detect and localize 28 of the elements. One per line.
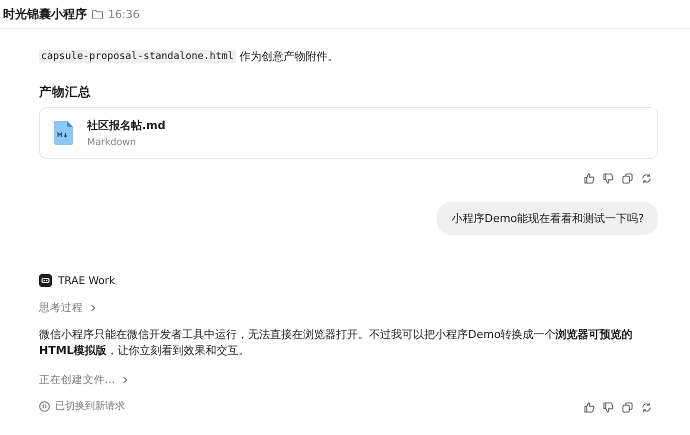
answer-text: 微信小程序只能在微信开发者工具中运行，无法直接在浏览器打开。不过我可以把小程序Demo转换成一个浏览器可预览的HTML模拟版，让你立刻看到效果和交互。 — [39, 327, 634, 359]
assistant-name: TRAE Work — [58, 274, 116, 286]
chevron-right-icon — [122, 376, 128, 384]
chevron-right-icon — [90, 304, 96, 312]
user-message: 小程序Demo能现在看看和测试一下吗? — [437, 202, 658, 235]
intro-text: 作为创意产物附件。 — [240, 49, 339, 64]
thumbs-down-icon[interactable] — [603, 402, 614, 413]
file-card[interactable]: 社区报名帖.md Markdown — [39, 107, 658, 159]
markdown-file-icon — [54, 121, 73, 145]
copy-icon[interactable] — [622, 402, 633, 413]
file-name: 社区报名帖.md — [87, 118, 166, 133]
copy-icon[interactable] — [622, 173, 633, 184]
timestamp: 16:36 — [108, 8, 140, 20]
progress-toggle[interactable]: 正在创建文件... — [39, 373, 128, 387]
file-type: Markdown — [87, 137, 138, 148]
thumbs-down-icon[interactable] — [603, 173, 614, 184]
thinking-toggle[interactable]: 思考过程 — [39, 301, 96, 315]
window-title: 时光锦囊小程序 — [3, 6, 87, 22]
file-name-code: capsule-proposal-standalone.html — [39, 50, 236, 63]
thumbs-up-icon[interactable] — [584, 173, 595, 184]
refresh-icon[interactable] — [641, 402, 652, 413]
pause-icon — [39, 400, 50, 412]
refresh-icon[interactable] — [641, 173, 652, 184]
thumbs-up-icon[interactable] — [584, 402, 595, 413]
status-text: 已切换到新请求 — [55, 400, 125, 413]
folder-icon — [92, 10, 103, 18]
section-heading: 产物汇总 — [39, 84, 92, 101]
robot-icon — [39, 274, 52, 287]
